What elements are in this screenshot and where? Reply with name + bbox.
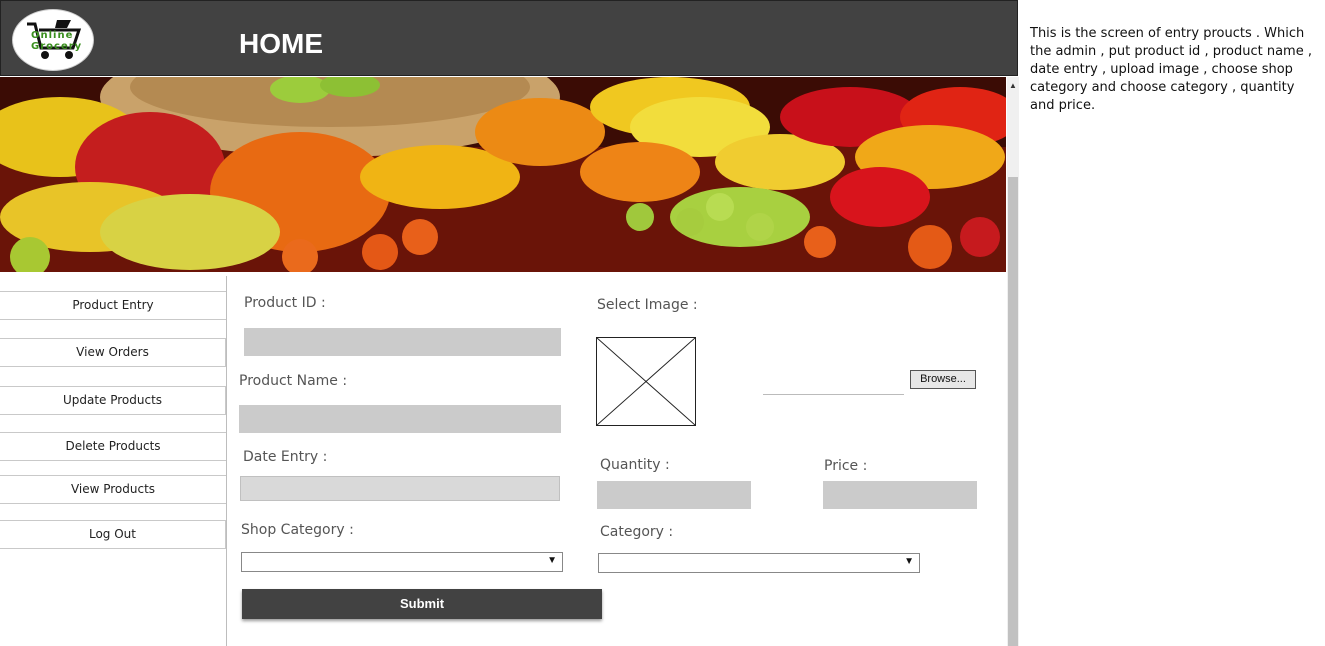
sidebar-item-view-orders[interactable]: View Orders bbox=[0, 338, 226, 367]
header-bar: Online Grocery HOME bbox=[0, 0, 1018, 76]
date-entry-input[interactable] bbox=[240, 476, 560, 501]
sidebar-item-view-products[interactable]: View Products bbox=[0, 475, 226, 504]
quantity-label: Quantity : bbox=[600, 457, 670, 473]
sidebar-item-log-out[interactable]: Log Out bbox=[0, 520, 226, 549]
file-path-field[interactable] bbox=[763, 394, 904, 395]
sidebar-nav: Product Entry View Orders Update Product… bbox=[0, 276, 227, 646]
app-window: Online Grocery HOME ▲ Product Entry View… bbox=[0, 0, 1019, 646]
dropdown-arrow-icon: ▼ bbox=[904, 556, 914, 567]
page-title: HOME bbox=[239, 28, 323, 59]
select-image-label: Select Image : bbox=[597, 297, 698, 313]
shop-category-select[interactable]: ▼ bbox=[241, 552, 563, 572]
scroll-up-icon[interactable]: ▲ bbox=[1007, 77, 1019, 95]
quantity-input[interactable] bbox=[597, 481, 751, 509]
sidebar-item-product-entry[interactable]: Product Entry bbox=[0, 291, 226, 320]
product-id-label: Product ID : bbox=[244, 295, 326, 311]
price-input[interactable] bbox=[823, 481, 977, 509]
product-id-input[interactable] bbox=[244, 328, 561, 356]
browse-button[interactable]: Browse... bbox=[910, 370, 976, 389]
dropdown-arrow-icon: ▼ bbox=[547, 555, 557, 566]
category-select[interactable]: ▼ bbox=[598, 553, 920, 573]
sidebar-item-delete-products[interactable]: Delete Products bbox=[0, 432, 226, 461]
date-entry-label: Date Entry : bbox=[243, 449, 328, 465]
image-placeholder bbox=[596, 337, 696, 426]
scrollbar-thumb[interactable] bbox=[1008, 177, 1018, 646]
annotation-note: This is the screen of entry proucts . Wh… bbox=[1030, 26, 1312, 113]
logo-text: Online Grocery bbox=[31, 30, 83, 52]
category-label: Category : bbox=[600, 524, 674, 540]
banner-image bbox=[0, 77, 1006, 272]
sidebar-item-update-products[interactable]: Update Products bbox=[0, 386, 226, 415]
shop-category-label: Shop Category : bbox=[241, 522, 354, 538]
price-label: Price : bbox=[824, 458, 868, 474]
submit-button[interactable]: Submit bbox=[242, 589, 602, 619]
fruit-banner-illustration bbox=[0, 77, 1006, 272]
vertical-scrollbar[interactable]: ▲ bbox=[1007, 77, 1019, 646]
image-placeholder-icon bbox=[596, 337, 696, 426]
product-name-input[interactable] bbox=[239, 405, 561, 433]
product-name-label: Product Name : bbox=[239, 373, 348, 389]
logo: Online Grocery bbox=[12, 9, 94, 71]
